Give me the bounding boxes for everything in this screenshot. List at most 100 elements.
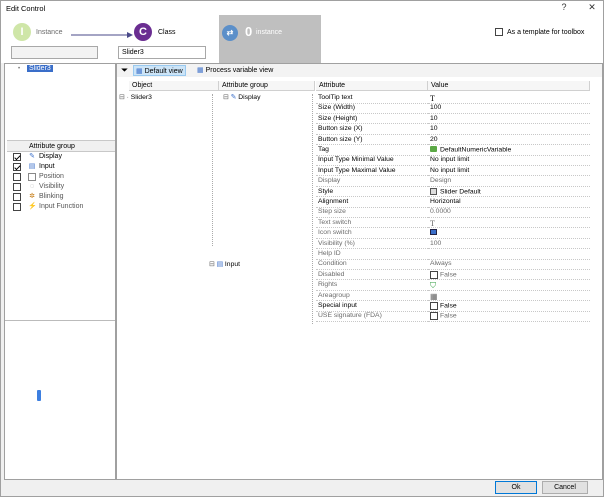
attribute-name: Areagroup bbox=[316, 291, 428, 302]
col-object[interactable]: Object bbox=[129, 81, 219, 91]
dialog-title: Edit Control bbox=[6, 4, 46, 13]
template-checkbox-box[interactable] bbox=[495, 28, 503, 36]
tree-item-slider3[interactable]: Slider3 bbox=[27, 65, 53, 72]
attribute-value[interactable] bbox=[428, 228, 590, 239]
group-row-input-function[interactable]: ⚡ Input Function bbox=[7, 202, 115, 212]
attribute-value[interactable]: 0.0000 bbox=[428, 207, 590, 218]
attribute-value[interactable]: 10 bbox=[428, 124, 590, 135]
wizard-header: I Instance C Class Slider3 ⇄ 0 instance … bbox=[1, 15, 603, 63]
col-attribute-group[interactable]: Attribute group bbox=[219, 81, 315, 91]
attribute-value[interactable]: Slider Default bbox=[428, 187, 590, 198]
group-name: Display bbox=[238, 94, 261, 101]
attribute-name: Input Type Maximal Value bbox=[316, 166, 428, 177]
title-bar: Edit Control ? ✕ bbox=[1, 1, 603, 15]
position-checkbox[interactable] bbox=[13, 173, 21, 181]
group-row-visibility[interactable]: ◌ Visibility bbox=[7, 182, 115, 192]
blinking-icon: ✲ bbox=[29, 193, 35, 200]
group-row-blinking[interactable]: ✲ Blinking bbox=[7, 192, 115, 202]
default-view-label: Default view bbox=[144, 68, 183, 75]
attribute-name: Button size (X) bbox=[316, 124, 428, 135]
wizard-step-instance[interactable]: I Instance bbox=[1, 15, 111, 63]
attribute-value[interactable]: No input limit bbox=[428, 155, 590, 166]
attribute-value[interactable]: T bbox=[428, 93, 590, 104]
input-icon: ▤ bbox=[216, 261, 224, 268]
tree-item-label: Slider3 bbox=[27, 65, 53, 72]
tree-line bbox=[312, 94, 313, 324]
process-variable-view-button[interactable]: ▦ Process variable view bbox=[195, 65, 275, 76]
group-row-display[interactable]: ✎ Display bbox=[7, 152, 115, 162]
attribute-value[interactable]: 10 bbox=[428, 114, 590, 125]
class-name-input[interactable]: Slider3 bbox=[118, 46, 206, 59]
filter-icon[interactable]: ⏷ bbox=[121, 65, 128, 76]
visibility-checkbox[interactable] bbox=[13, 183, 21, 191]
checkbox-icon bbox=[430, 270, 438, 279]
attribute-value[interactable]: Design bbox=[428, 176, 590, 187]
help-button[interactable]: ? bbox=[557, 2, 571, 12]
wizard-step-zero-instance[interactable]: ⇄ 0 instance bbox=[219, 15, 321, 63]
instance-name-input[interactable] bbox=[11, 46, 98, 59]
attribute-value[interactable]: 100 bbox=[428, 103, 590, 114]
tree-line bbox=[212, 94, 213, 246]
object-tree: • Slider3 bbox=[5, 64, 115, 138]
attribute-group-list: Attribute group ✎ Display ▤ Input Position… bbox=[7, 140, 115, 226]
checkbox-icon bbox=[430, 312, 438, 321]
left-pane-splitter[interactable] bbox=[5, 320, 115, 321]
object-row-slider3[interactable]: ⊟ · Slider3 bbox=[119, 93, 152, 104]
attribute-value-text: False bbox=[440, 312, 457, 320]
wizard-step-class[interactable]: C Class Slider3 bbox=[116, 15, 216, 63]
group-label: Visibility bbox=[39, 183, 65, 190]
attribute-value[interactable]: No input limit bbox=[428, 166, 590, 177]
col-value[interactable]: Value bbox=[428, 81, 590, 91]
attribute-value[interactable]: False bbox=[428, 301, 590, 312]
display-checkbox[interactable] bbox=[13, 153, 21, 161]
attribute-value[interactable]: 20 bbox=[428, 135, 590, 146]
attribute-value[interactable]: ⛉ bbox=[428, 280, 590, 291]
text-icon: T bbox=[430, 94, 435, 103]
group-row-input[interactable]: ▤ Input bbox=[7, 162, 115, 172]
attribute-value[interactable] bbox=[428, 249, 590, 260]
attribute-name: Disabled bbox=[316, 270, 428, 281]
default-view-button[interactable]: ▦ Default view bbox=[133, 65, 186, 76]
dialog-footer: Ok Cancel bbox=[1, 480, 603, 496]
attribute-value[interactable]: ▦ bbox=[428, 291, 590, 302]
group-row-position[interactable]: Position bbox=[7, 172, 115, 182]
position-icon bbox=[28, 173, 36, 181]
group-label: Input Function bbox=[39, 203, 84, 210]
attribute-value[interactable]: False bbox=[428, 311, 590, 322]
group-input[interactable]: ⊟ ▤ Input bbox=[209, 260, 240, 271]
attribute-value[interactable]: T bbox=[428, 218, 590, 229]
template-toolbox-checkbox[interactable]: As a template for toolbox bbox=[495, 28, 584, 36]
pencil-icon: ✎ bbox=[29, 153, 35, 160]
attribute-name: Condition bbox=[316, 259, 428, 270]
attribute-value[interactable]: DefaultNumericVariable bbox=[428, 145, 590, 156]
attribute-value-text: 0.0000 bbox=[430, 208, 451, 216]
col-attribute[interactable]: Attribute bbox=[316, 81, 428, 91]
attribute-value-text: 10 bbox=[430, 114, 438, 122]
main-pane: ⏷ ▦ Default view ▦ Process variable view… bbox=[116, 63, 603, 480]
cancel-button[interactable]: Cancel bbox=[542, 481, 588, 494]
attribute-name: Rights bbox=[316, 280, 428, 291]
input-checkbox[interactable] bbox=[13, 163, 21, 171]
attribute-value-text: No input limit bbox=[430, 156, 470, 164]
blinking-checkbox[interactable] bbox=[13, 193, 21, 201]
instance-step-label: Instance bbox=[36, 29, 63, 36]
attribute-value[interactable]: 100 bbox=[428, 239, 590, 250]
ok-button[interactable]: Ok bbox=[495, 481, 537, 494]
attribute-value-text: Always bbox=[430, 260, 452, 268]
attribute-value[interactable]: Always bbox=[428, 259, 590, 270]
attribute-value[interactable]: False bbox=[428, 270, 590, 281]
scroll-handle[interactable] bbox=[37, 390, 41, 401]
left-pane: • Slider3 Attribute group ✎ Display ▤ Inpu… bbox=[4, 63, 116, 480]
attribute-value-text: Slider Default bbox=[440, 187, 481, 195]
close-button[interactable]: ✕ bbox=[585, 2, 599, 13]
group-display[interactable]: ⊟ ✎ Display bbox=[223, 93, 260, 104]
attribute-name: Help ID bbox=[316, 249, 428, 260]
link-arrows-icon: ⇄ bbox=[222, 25, 238, 41]
attribute-name: Size (Width) bbox=[316, 103, 428, 114]
input-function-checkbox[interactable] bbox=[13, 203, 21, 211]
attribute-value[interactable]: Horizontal bbox=[428, 197, 590, 208]
attribute-value-text: Design bbox=[430, 177, 452, 185]
attribute-value-text: 20 bbox=[430, 135, 438, 143]
attribute-value-text: False bbox=[440, 271, 457, 279]
attribute-name: Size (Height) bbox=[316, 114, 428, 125]
